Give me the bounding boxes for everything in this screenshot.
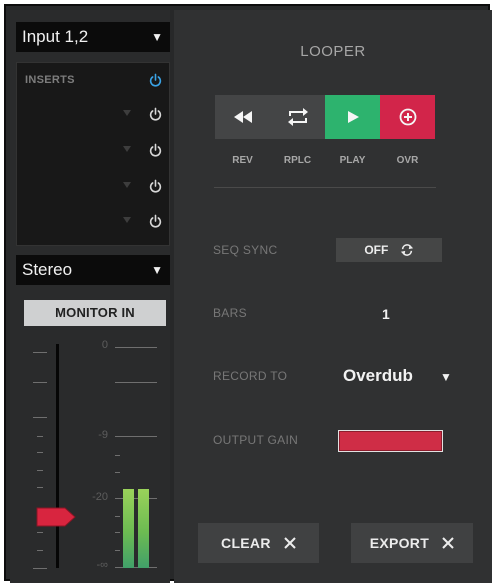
chevron-down-icon: ▼	[151, 30, 163, 44]
fader-handle[interactable]	[35, 506, 77, 528]
sync-icon	[400, 243, 413, 256]
record-to-label: RECORD TO	[213, 369, 288, 383]
power-icon[interactable]	[148, 107, 163, 122]
level-meter-right	[138, 489, 149, 568]
scale-label-9: -9	[98, 429, 108, 441]
scale-label-inf: -∞	[96, 559, 108, 571]
rplc-label: RPLC	[283, 155, 312, 166]
seq-sync-value: OFF	[364, 243, 389, 257]
insert-slot-3[interactable]	[123, 179, 163, 195]
chevron-down-icon[interactable]	[123, 110, 131, 116]
close-icon	[284, 537, 296, 549]
meter-tick	[115, 455, 120, 456]
bars-value[interactable]: 1	[382, 306, 390, 322]
ovr-label: OVR	[396, 155, 419, 166]
insert-slot-2[interactable]	[123, 143, 163, 159]
fader-tick	[33, 568, 47, 569]
play-icon	[347, 111, 359, 123]
meter-tick	[115, 550, 120, 551]
scale-label-0: 0	[101, 339, 108, 351]
play-label: PLAY	[339, 155, 366, 166]
bars-label: BARS	[213, 306, 247, 320]
record-to-select[interactable]: Overdub	[343, 366, 413, 386]
output-gain-slider[interactable]	[338, 430, 443, 452]
power-icon[interactable]	[148, 143, 163, 158]
meter-tick	[115, 516, 120, 517]
clear-button[interactable]: CLEAR	[198, 523, 319, 563]
meter-tick	[115, 436, 157, 437]
rev-button[interactable]	[215, 95, 270, 139]
divider	[214, 187, 436, 188]
input-select-value: Input 1,2	[22, 27, 89, 46]
looper-panel: LOOPER REV RPLC PLAY OVR SEQ SYNC OFF BA…	[174, 10, 492, 583]
mode-select[interactable]: Stereo ▼	[16, 255, 170, 285]
close-icon	[442, 537, 454, 549]
chevron-down-icon[interactable]	[123, 182, 131, 188]
power-icon[interactable]	[148, 73, 163, 88]
meter-tick	[115, 567, 157, 568]
insert-slot-1[interactable]	[123, 107, 163, 123]
clear-label: CLEAR	[221, 535, 271, 551]
replace-icon	[287, 108, 308, 126]
fader-tick	[37, 550, 43, 551]
input-select[interactable]: Input 1,2 ▼	[16, 22, 170, 52]
level-meter-left	[123, 489, 134, 568]
meter-tick	[115, 347, 157, 348]
mode-select-value: Stereo	[22, 260, 73, 279]
inserts-panel: INSERTS	[16, 62, 170, 246]
fader-tick	[37, 452, 43, 453]
overdub-button[interactable]	[380, 95, 435, 139]
meter-tick	[115, 382, 157, 383]
power-icon[interactable]	[148, 214, 163, 229]
fader-tick	[33, 352, 47, 353]
export-button[interactable]: EXPORT	[351, 523, 473, 563]
fader-tick	[37, 436, 43, 437]
play-button[interactable]	[325, 95, 380, 139]
meter-tick	[115, 498, 157, 499]
monitor-in-button[interactable]: MONITOR IN	[24, 300, 166, 326]
looper-window: Input 1,2 ▼ INSERTS Stereo ▼ MONITOR IN …	[4, 4, 492, 583]
export-label: EXPORT	[369, 535, 430, 551]
rewind-icon	[233, 111, 252, 123]
chevron-down-icon[interactable]: ▼	[440, 370, 452, 384]
channel-strip: Input 1,2 ▼ INSERTS Stereo ▼ MONITOR IN …	[10, 10, 170, 583]
fader-tick	[33, 417, 47, 418]
fader-tick	[37, 532, 43, 533]
insert-slot-4[interactable]	[123, 214, 163, 230]
meter-tick	[115, 472, 120, 473]
fader-tick	[37, 487, 43, 488]
seq-sync-toggle[interactable]: OFF	[336, 238, 442, 262]
seq-sync-label: SEQ SYNC	[213, 243, 278, 257]
meter-tick	[115, 532, 120, 533]
rev-label: REV	[232, 155, 253, 166]
replace-button[interactable]	[270, 95, 325, 139]
fader-tick	[37, 470, 43, 471]
chevron-down-icon[interactable]	[123, 146, 131, 152]
chevron-down-icon: ▼	[151, 263, 163, 277]
fader-track[interactable]	[56, 344, 59, 568]
fader-tick	[33, 382, 47, 383]
panel-title: LOOPER	[300, 43, 366, 60]
level-meter-section: 0 -9 -20 -∞	[16, 332, 170, 583]
scale-label-20: -20	[92, 491, 108, 503]
inserts-label: INSERTS	[25, 74, 75, 86]
chevron-down-icon[interactable]	[123, 217, 131, 223]
power-icon[interactable]	[148, 179, 163, 194]
output-gain-label: OUTPUT GAIN	[213, 433, 299, 447]
overdub-icon	[399, 108, 416, 126]
